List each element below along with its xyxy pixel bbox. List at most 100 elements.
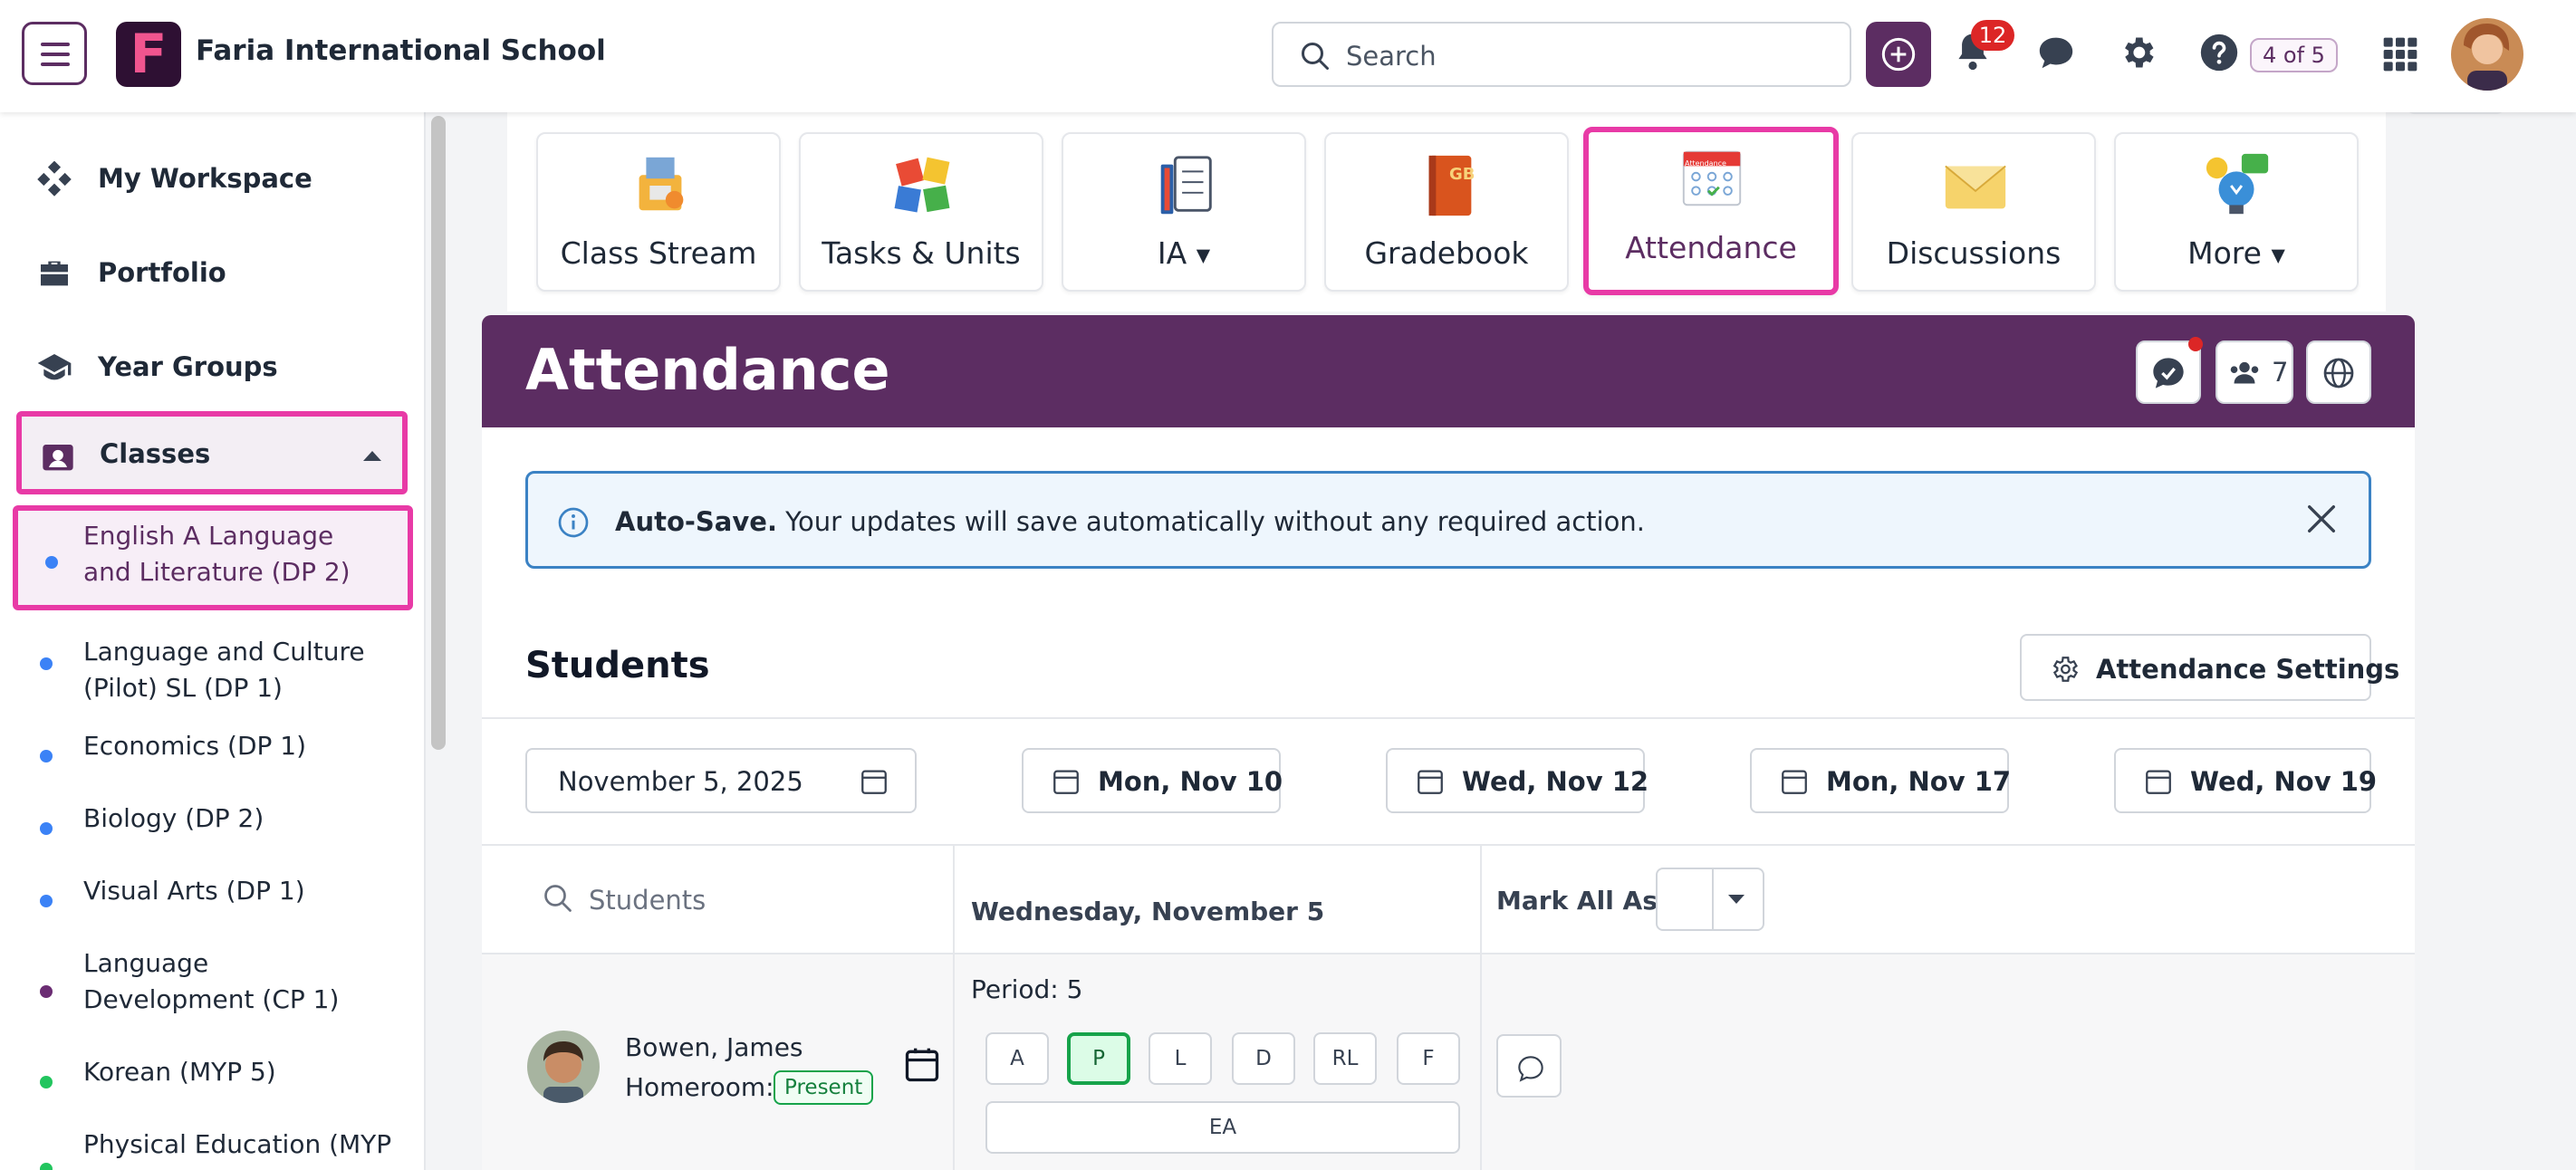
users-icon xyxy=(2230,361,2259,384)
school-logo[interactable]: F xyxy=(116,22,181,87)
table-border xyxy=(482,953,2415,954)
date-chip-nov-10[interactable]: Mon, Nov 10 xyxy=(1022,748,1283,813)
gear-icon xyxy=(2125,37,2154,68)
attendance-option-rl[interactable]: RL xyxy=(1313,1032,1377,1085)
comment-icon xyxy=(1518,1056,1543,1082)
attendance-option-a[interactable]: A xyxy=(985,1032,1049,1085)
tool-label: Discussions xyxy=(1886,235,2062,271)
sidebar-item-my-workspace[interactable]: My Workspace xyxy=(0,138,424,219)
notification-count-badge: 12 xyxy=(1971,20,2014,51)
class-label: Language Development (CP 1) xyxy=(83,948,340,1014)
sidebar-item-label: Portfolio xyxy=(98,257,226,288)
student-avatar-image xyxy=(527,1031,600,1103)
period-label: Period: 5 xyxy=(971,974,1083,1004)
help-button[interactable] xyxy=(2199,33,2250,83)
add-button[interactable] xyxy=(1866,22,1931,87)
puzzle-icon xyxy=(894,157,950,213)
divider xyxy=(482,717,2415,719)
attendance-option-ea[interactable]: EA xyxy=(985,1101,1460,1154)
attendance-calendar-icon xyxy=(1682,150,1742,206)
hamburger-menu-button[interactable] xyxy=(22,22,87,85)
date-picker[interactable]: November 5, 2025 xyxy=(525,748,917,813)
student-avatar xyxy=(527,1031,600,1103)
tool-attendance[interactable]: Attendance Attendance xyxy=(1583,127,1839,295)
date-chip-nov-17[interactable]: Mon, Nov 17 xyxy=(1750,748,2011,813)
tool-label: Gradebook xyxy=(1364,235,1529,271)
messages-button[interactable] xyxy=(2036,34,2087,85)
search-icon xyxy=(544,885,572,912)
table-border xyxy=(482,844,2415,846)
calendar-icon[interactable] xyxy=(902,1045,942,1085)
close-icon[interactable] xyxy=(2303,501,2340,537)
sidebar-item-label: My Workspace xyxy=(98,163,312,194)
tool-class-stream[interactable]: Class Stream xyxy=(536,132,781,292)
student-name[interactable]: Bowen, James xyxy=(625,1032,803,1062)
class-label: Korean (MYP 5) xyxy=(83,1057,276,1087)
date-picker-value: November 5, 2025 xyxy=(558,766,803,797)
calendar-icon xyxy=(1053,770,1079,794)
user-avatar[interactable] xyxy=(2451,18,2523,91)
tool-more-dropdown[interactable]: More ▼ xyxy=(2114,132,2359,292)
autosave-alert: Auto-Save. Your updates will save automa… xyxy=(525,471,2371,569)
caret-down-icon: ▼ xyxy=(1196,244,1211,266)
school-name[interactable]: Faria International School xyxy=(196,34,606,67)
date-chip-label: Wed, Nov 19 xyxy=(2190,766,2378,797)
global-search[interactable] xyxy=(1272,22,1851,87)
class-color-dot xyxy=(40,822,53,835)
sidebar-class-english-a[interactable]: English A Language and Literature (DP 2) xyxy=(13,505,413,610)
chat-bubble-icon xyxy=(2039,37,2073,69)
tool-discussions[interactable]: Discussions xyxy=(1851,132,2096,292)
sidebar-item-year-groups[interactable]: Year Groups xyxy=(0,326,424,408)
date-chip-nov-19[interactable]: Wed, Nov 19 xyxy=(2114,748,2377,813)
menu-line xyxy=(41,53,70,56)
attendance-option-f[interactable]: F xyxy=(1397,1032,1460,1085)
class-label: Biology (DP 2) xyxy=(83,803,264,833)
page-title: Attendance xyxy=(525,337,890,403)
sidebar-item-label: Classes xyxy=(100,438,211,469)
class-color-dot xyxy=(40,895,53,907)
tool-label: IA ▼ xyxy=(1157,235,1211,271)
sidebar-item-classes[interactable]: Classes xyxy=(16,411,408,494)
gradebook-icon xyxy=(1428,155,1472,216)
ia-document-icon xyxy=(1160,156,1212,215)
date-chip-label: Wed, Nov 12 xyxy=(1462,766,1649,797)
settings-button[interactable] xyxy=(2118,33,2168,83)
plus-circle-icon xyxy=(1881,37,1916,72)
day-column-header: Wednesday, November 5 xyxy=(971,897,1325,926)
envelope-icon xyxy=(1945,165,2006,209)
class-chat-button[interactable] xyxy=(2136,337,2203,404)
sidebar-item-portfolio[interactable]: Portfolio xyxy=(0,232,424,313)
tool-tasks-units[interactable]: Tasks & Units xyxy=(799,132,1043,292)
menu-line xyxy=(41,62,70,66)
gear-icon xyxy=(2052,657,2079,682)
attendance-settings-button[interactable]: Attendance Settings xyxy=(2020,634,2399,701)
attendance-option-p[interactable]: P xyxy=(1067,1032,1130,1085)
date-chip-nov-12[interactable]: Wed, Nov 12 xyxy=(1386,748,1649,813)
class-color-dot xyxy=(40,1163,53,1170)
members-button[interactable]: 7 xyxy=(2216,340,2293,404)
column-divider xyxy=(953,846,955,1170)
mark-all-select[interactable] xyxy=(1656,868,1764,931)
status-badge: Present xyxy=(774,1070,874,1105)
apps-grid-button[interactable] xyxy=(2382,36,2418,72)
search-input[interactable] xyxy=(1346,36,1835,76)
menu-line xyxy=(41,43,70,46)
workspace-icon xyxy=(37,161,72,197)
chevron-down-icon xyxy=(1728,895,1745,904)
class-tools-bar: Class Stream Tasks & Units IA ▼ GB Grade… xyxy=(507,112,2386,312)
tool-ia-dropdown[interactable]: IA ▼ xyxy=(1062,132,1306,292)
language-button[interactable] xyxy=(2306,340,2371,404)
sidebar-scrollbar[interactable] xyxy=(431,116,446,750)
graduation-cap-icon xyxy=(37,354,72,380)
tool-gradebook[interactable]: GB Gradebook xyxy=(1324,132,1569,292)
student-search-input[interactable] xyxy=(589,880,933,920)
page-counter-badge[interactable]: 4 of 5 xyxy=(2250,38,2338,72)
comment-button[interactable] xyxy=(1496,1034,1562,1098)
class-color-dot xyxy=(40,657,53,670)
globe-icon xyxy=(2323,358,2354,388)
attendance-option-d[interactable]: D xyxy=(1232,1032,1295,1085)
attendance-option-l[interactable]: L xyxy=(1149,1032,1212,1085)
calendar-icon xyxy=(861,770,887,794)
member-count: 7 xyxy=(2272,357,2289,388)
info-icon xyxy=(558,507,589,538)
